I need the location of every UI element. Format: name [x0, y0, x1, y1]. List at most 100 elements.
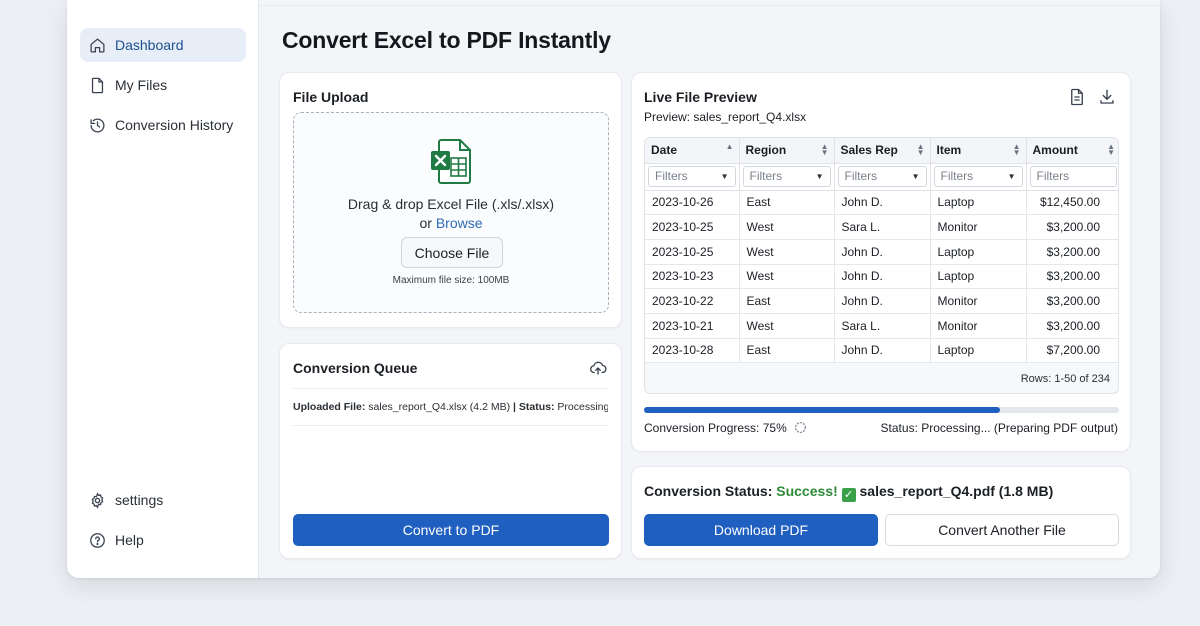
- table-cell: 2023-10-25: [645, 239, 740, 265]
- caret-down-icon: ▼: [720, 172, 729, 181]
- document-icon[interactable]: [1068, 88, 1086, 106]
- app-window: Dashboard My Files Conversion History se…: [67, 0, 1160, 578]
- table-cell: 2023-10-22: [645, 288, 740, 314]
- gear-icon: [91, 491, 104, 509]
- result-file: sales_report_Q4.pdf (1.8 MB): [859, 483, 1054, 499]
- table-cell: $12,450.00: [1026, 190, 1118, 216]
- table-cell: 2023-10-23: [645, 264, 740, 290]
- excel-file-icon: [431, 139, 471, 184]
- conversion-queue-title: Conversion Queue: [293, 360, 418, 376]
- column-header-region[interactable]: Region ▲ ▼: [739, 138, 835, 164]
- table-cell: West: [739, 264, 835, 290]
- live-preview-card: Live File Preview Preview: sales_report_…: [631, 72, 1131, 452]
- table-row[interactable]: 2023-10-28 East John D. Laptop $7,200.00: [645, 338, 1118, 364]
- table-cell: $3,200.00: [1026, 288, 1118, 314]
- check-icon: ✓: [841, 488, 856, 502]
- table-row[interactable]: 2023-10-21 West Sara L. Monitor $3,200.00: [645, 313, 1118, 339]
- download-icon[interactable]: [1098, 88, 1116, 106]
- main-content: Convert Excel to PDF Instantly File Uplo…: [259, 0, 1160, 578]
- processing-status: Status: Processing... (Preparing PDF out…: [880, 421, 1118, 435]
- sidebar-item-label: My Files: [115, 77, 168, 93]
- queue-status-label: Status:: [518, 401, 555, 413]
- sort-icon[interactable]: ▲ ▼: [1107, 143, 1115, 157]
- table-cell: Laptop: [930, 239, 1027, 265]
- queue-separator: |: [513, 401, 516, 413]
- download-pdf-button[interactable]: Download PDF: [644, 514, 878, 546]
- table-row[interactable]: 2023-10-22 East John D. Monitor $3,200.00: [645, 288, 1118, 314]
- sort-icon[interactable]: ▲ ▼: [917, 143, 925, 157]
- table-cell: Sara L.: [834, 313, 931, 339]
- table-cell: Sara L.: [834, 214, 931, 240]
- file-icon: [91, 77, 104, 93]
- table-cell: John D.: [834, 264, 931, 290]
- drop-zone[interactable]: Drag & drop Excel File (.xls/.xlsx) or B…: [293, 112, 609, 313]
- sidebar-item-help[interactable]: Help: [80, 523, 246, 557]
- file-upload-title: File Upload: [293, 89, 369, 105]
- table-cell: $7,200.00: [1026, 338, 1118, 364]
- filter-item[interactable]: Filters ▼: [933, 166, 1023, 187]
- sidebar-item-conversion-history[interactable]: Conversion History: [80, 108, 246, 142]
- table-cell: John D.: [834, 338, 931, 364]
- table-row[interactable]: 2023-10-23 West John D. Laptop $3,200.00: [645, 264, 1118, 290]
- progress-text: Conversion Progress: 75%: [644, 421, 807, 435]
- table-cell: East: [739, 288, 835, 314]
- sort-icon[interactable]: ▲ ▼: [821, 143, 829, 157]
- table-cell: 2023-10-25: [645, 214, 740, 240]
- caret-down-icon: ▼: [815, 172, 824, 181]
- table-cell: 2023-10-26: [645, 190, 740, 216]
- table-cell: 2023-10-21: [645, 313, 740, 339]
- column-header-amount[interactable]: Amount ▲ ▼: [1026, 138, 1118, 164]
- top-bar: [259, 0, 1160, 6]
- table-cell: $3,200.00: [1026, 214, 1118, 240]
- table-cell: East: [739, 338, 835, 364]
- preview-table: Date ▲ Region ▲ ▼ Sales Rep ▲ ▼ Item ▲ ▼ Amount…: [645, 138, 1118, 364]
- choose-file-button[interactable]: Choose File: [401, 237, 503, 268]
- filter-region[interactable]: Filters ▼: [742, 166, 831, 187]
- rows-count: Rows: 1-50 of 234: [1020, 373, 1110, 385]
- convert-to-pdf-button[interactable]: Convert to PDF: [293, 514, 609, 546]
- column-header-sales-rep[interactable]: Sales Rep ▲ ▼: [834, 138, 931, 164]
- table-row[interactable]: 2023-10-25 West John D. Laptop $3,200.00: [645, 239, 1118, 265]
- table-row[interactable]: 2023-10-25 West Sara L. Monitor $3,200.00: [645, 214, 1118, 240]
- or-text: or: [419, 215, 432, 231]
- home-icon: [90, 37, 105, 53]
- table-cell: John D.: [834, 190, 931, 216]
- sidebar-item-my-files[interactable]: My Files: [80, 68, 246, 102]
- page-title: Convert Excel to PDF Instantly: [282, 27, 611, 53]
- browse-link[interactable]: Browse: [436, 215, 483, 231]
- convert-another-file-button[interactable]: Convert Another File: [885, 514, 1119, 546]
- success-text: Success!: [776, 483, 838, 499]
- table-cell: Laptop: [930, 190, 1027, 216]
- column-header-date[interactable]: Date ▲: [645, 138, 740, 164]
- sidebar-item-settings[interactable]: settings: [80, 483, 246, 517]
- sidebar-item-label: Help: [115, 532, 144, 548]
- table-body: 2023-10-26 East John D. Laptop $12,450.00 202…: [645, 190, 1118, 364]
- sort-icon[interactable]: ▲ ▼: [1013, 143, 1021, 157]
- conversion-status: Conversion Status: Success! ✓ sales_repo…: [644, 483, 1053, 502]
- sidebar-item-dashboard[interactable]: Dashboard: [80, 28, 246, 62]
- filter-date[interactable]: Filters ▼: [648, 166, 736, 187]
- table-cell: Monitor: [930, 288, 1027, 314]
- table-cell: Laptop: [930, 338, 1027, 364]
- conversion-queue-card: Conversion Queue Uploaded File: sales_re…: [279, 343, 622, 559]
- column-header-item[interactable]: Item ▲ ▼: [930, 138, 1027, 164]
- filter-row: Filters ▼ Filters ▼ Filters ▼ Filters ▼ Filt…: [645, 163, 1118, 191]
- file-upload-card: File Upload Drag & drop Excel File (.xls…: [279, 72, 622, 328]
- table-cell: $3,200.00: [1026, 264, 1118, 290]
- sort-ascending-icon[interactable]: ▲: [726, 143, 734, 151]
- live-preview-title: Live File Preview: [644, 89, 757, 105]
- queue-status-value: Processing...: [557, 401, 608, 413]
- table-cell: $3,200.00: [1026, 313, 1118, 339]
- filter-amount[interactable]: Filters: [1029, 166, 1117, 187]
- table-cell: West: [739, 214, 835, 240]
- conversion-status-card: Conversion Status: Success! ✓ sales_repo…: [631, 466, 1131, 559]
- preview-filename: Preview: sales_report_Q4.xlsx: [644, 110, 807, 124]
- table-row[interactable]: 2023-10-26 East John D. Laptop $12,450.00: [645, 190, 1118, 216]
- table-cell: John D.: [834, 239, 931, 265]
- table-cell: Monitor: [930, 313, 1027, 339]
- sidebar: Dashboard My Files Conversion History se…: [67, 0, 259, 578]
- conversion-status-label: Conversion Status:: [644, 483, 773, 499]
- filter-sales-rep[interactable]: Filters ▼: [837, 166, 927, 187]
- uploaded-file-value: sales_report_Q4.xlsx (4.2 MB): [368, 401, 511, 413]
- cloud-upload-icon[interactable]: [589, 359, 607, 377]
